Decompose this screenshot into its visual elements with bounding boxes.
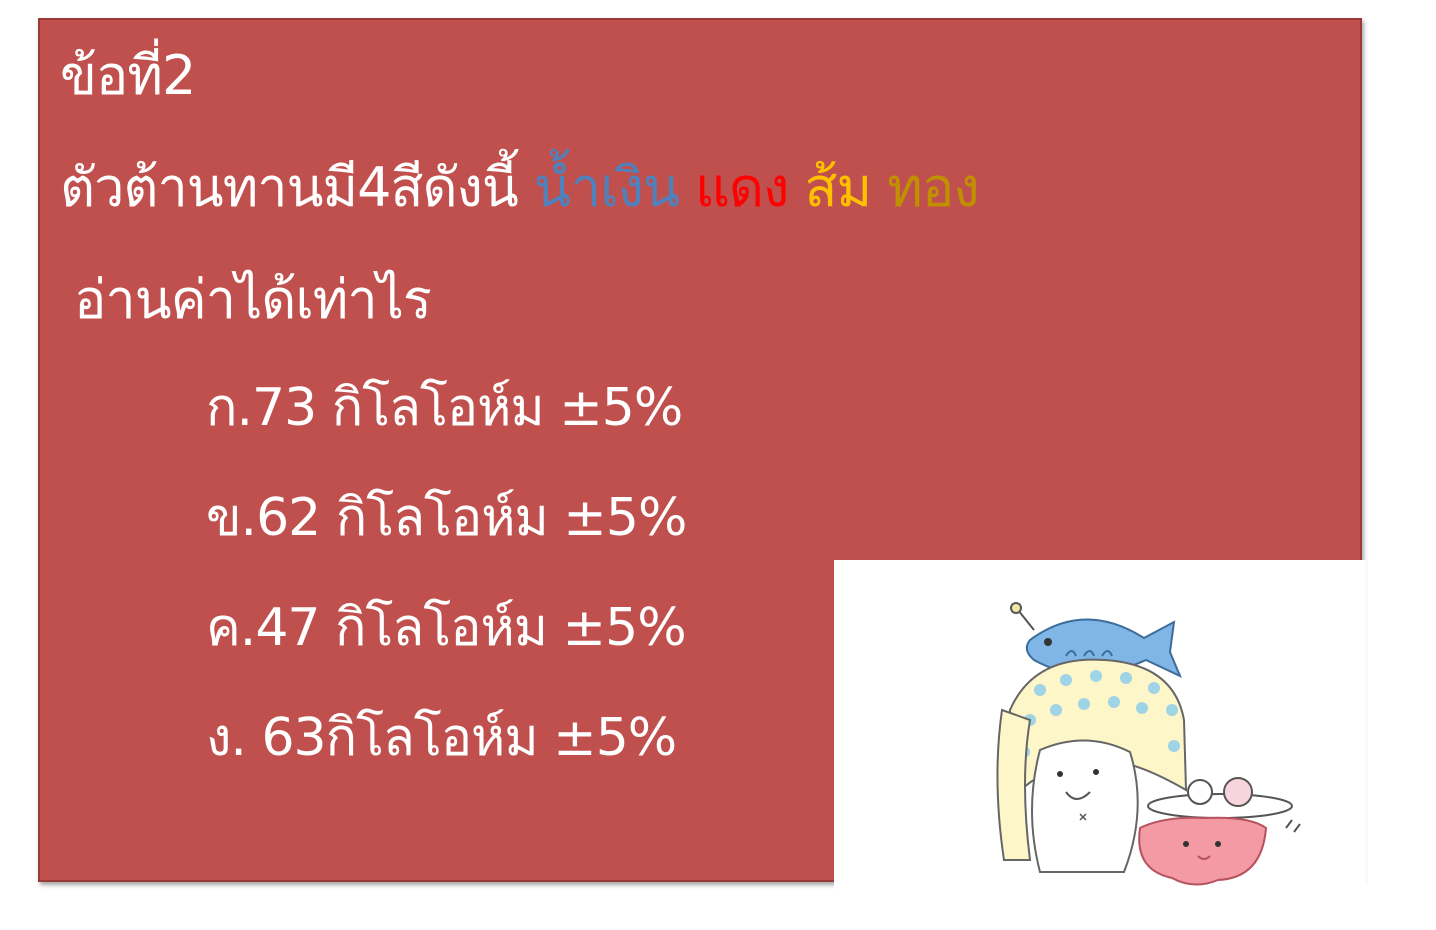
question-text-line2: อ่านค่าได้เท่าไร	[74, 268, 432, 331]
answer-option-d[interactable]: ง. 63กิโลโอห์ม ±5%	[206, 709, 677, 767]
question-number: ข้อที่2	[60, 44, 196, 107]
cute-character-with-fish-hat-icon	[996, 602, 1301, 886]
color-band-blue: น้ำเงิน	[533, 156, 680, 219]
question-text: ตัวต้านทานมี4สีดังนี้ น้ำเงิน แดง ส้ม ทอ…	[60, 156, 980, 219]
answer-option-c[interactable]: ค.47 กิโลโอห์ม ±5%	[206, 599, 687, 657]
question-prefix: ตัวต้านทานมี4สีดังนี้	[60, 156, 519, 219]
answer-option-a[interactable]: ก.73 กิโลโอห์ม ±5%	[206, 379, 683, 437]
color-band-gold: ทอง	[887, 156, 979, 219]
cute-character-illustration	[834, 560, 1366, 890]
color-band-red: แดง	[695, 156, 789, 219]
answer-option-b[interactable]: ข.62 กิโลโอห์ม ±5%	[206, 489, 687, 547]
color-band-orange: ส้ม	[804, 156, 873, 219]
